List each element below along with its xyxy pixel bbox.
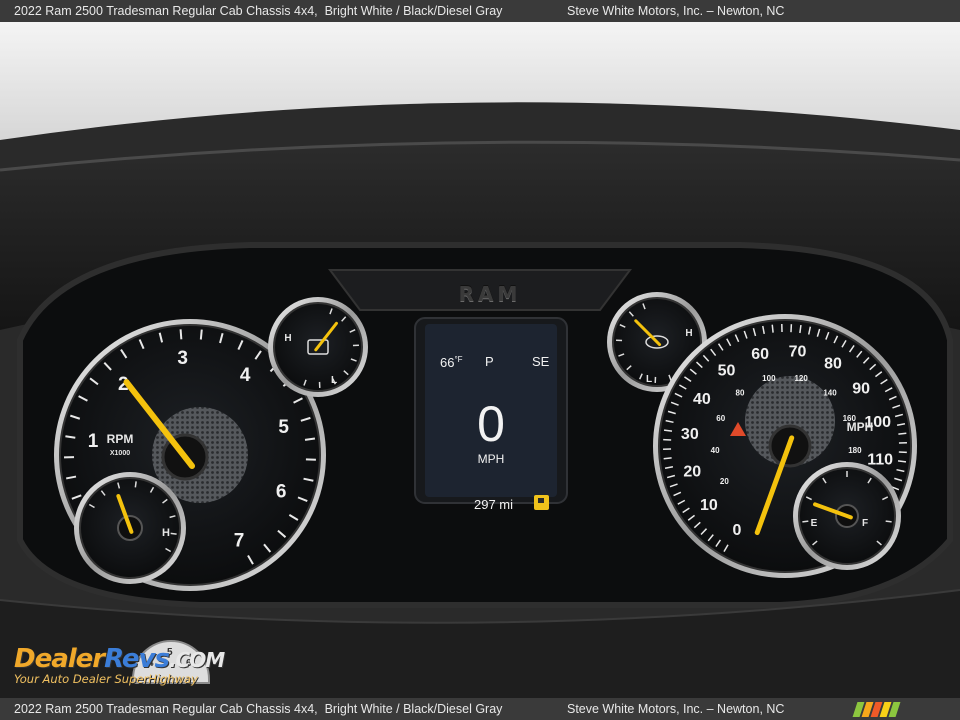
speed-number-8: 80 (824, 356, 842, 373)
kmh-number-6: 140 (823, 388, 837, 397)
tach-number-5: 5 (278, 417, 289, 438)
oil-low-label: L (646, 374, 652, 385)
caption-title: 2022 Ram 2500 Tradesman Regular Cab Chas… (14, 4, 503, 18)
speed-number-0: 0 (733, 522, 742, 539)
tach-number-3: 3 (177, 348, 188, 369)
speed-number-1: 10 (700, 497, 718, 514)
kmh-number-0: 20 (720, 477, 729, 486)
caption-bar-top: 2022 Ram 2500 Tradesman Regular Cab Chas… (0, 0, 960, 22)
kmh-number-4: 100 (762, 374, 776, 383)
speedo-unit-label: MPH (847, 420, 874, 434)
kmh-number-3: 80 (736, 388, 745, 397)
tach-number-1: 1 (88, 431, 99, 452)
fuel-empty-label: E (811, 518, 818, 529)
battery-low-label: L (331, 375, 337, 386)
speed-number-6: 60 (751, 346, 769, 363)
battery-high-label: H (284, 333, 291, 344)
digital-speed: 0 (477, 396, 505, 452)
fuel-pump-icon (534, 495, 549, 510)
oil-high-label: H (685, 328, 692, 339)
fuel-full-label: F (862, 518, 868, 529)
speed-number-4: 40 (693, 391, 711, 408)
tach-number-6: 6 (276, 482, 287, 503)
ram-badge: RAM (458, 282, 522, 306)
coolant-hot-label: H (162, 527, 170, 539)
tach-sublabel: X1000 (110, 450, 130, 457)
kmh-number-2: 60 (716, 414, 725, 423)
dealer-stripes-logo (852, 702, 901, 717)
kmh-number-5: 120 (794, 374, 808, 383)
caption-title-bottom: 2022 Ram 2500 Tradesman Regular Cab Chas… (14, 702, 503, 716)
speed-number-7: 70 (789, 344, 807, 361)
outside-temperature: 66°F (440, 355, 463, 370)
caption-dealer: Steve White Motors, Inc. – Newton, NC (567, 4, 785, 18)
watermark-tagline: Your Auto Dealer SuperHighway (14, 672, 198, 686)
digital-speed-unit: MPH (477, 452, 505, 466)
kmh-number-8: 180 (848, 446, 862, 455)
tach-number-4: 4 (240, 365, 251, 386)
fuel-range: 297 mi (474, 497, 514, 512)
center-display: 66°F P SE 0 MPH 297 mi (428, 347, 554, 517)
tach-number-7: 7 (234, 531, 245, 552)
dashboard-photo: 01234567RPMX1000HHLHL0102030405060708090… (0, 22, 960, 698)
speed-number-3: 30 (681, 426, 699, 443)
watermark-logo: DealerRevs.COM (14, 644, 225, 674)
caption-bar-bottom: 2022 Ram 2500 Tradesman Regular Cab Chas… (0, 698, 960, 720)
speed-number-2: 20 (683, 464, 701, 481)
kmh-number-1: 40 (711, 446, 720, 455)
caption-dealer-bottom: Steve White Motors, Inc. – Newton, NC (567, 702, 785, 716)
speed-number-9: 90 (852, 380, 870, 397)
tach-label: RPM (107, 432, 134, 446)
gear-indicator: P (485, 354, 494, 369)
compass-heading: SE (532, 354, 550, 369)
dealerrevs-watermark: 4 5 6 DealerRevs.COM Your Auto Dealer Su… (14, 640, 225, 686)
speed-number-5: 50 (718, 363, 736, 380)
speed-number-11: 110 (867, 451, 893, 468)
